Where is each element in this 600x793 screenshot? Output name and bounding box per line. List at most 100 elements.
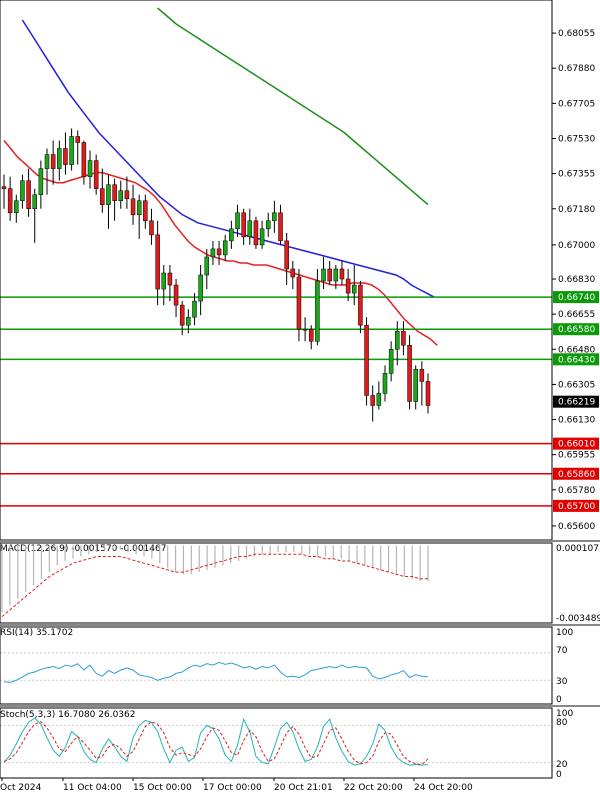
price-tick-label-6: 0.67000 (558, 241, 595, 251)
price-tick-label-3: 0.67530 (558, 134, 595, 144)
candle-body-57 (352, 284, 357, 294)
stoch-level-20: 20 (556, 760, 568, 770)
candle-body-25 (155, 234, 160, 290)
candle-body-9 (57, 148, 62, 169)
candle-body-10 (63, 148, 68, 165)
price-tick-label-10: 0.66305 (558, 380, 595, 390)
price-axis-ticks: 0.68055 0.67880 0.67705 0.67530 0.67355 0.671… (552, 29, 595, 532)
stoch-title: Stoch(5,3,3) 16.7080 26.0362 (0, 710, 135, 720)
candle-15 (93, 154, 99, 195)
level-label-3: 0.66010 (558, 440, 595, 450)
candle-body-6 (38, 168, 44, 195)
candle-body-32 (198, 274, 203, 302)
rsi-level-30: 30 (556, 677, 568, 687)
candle-body-39 (241, 212, 246, 238)
candle-body-51 (315, 280, 320, 342)
candle-body-20 (124, 190, 130, 199)
candle-body-55 (339, 268, 345, 280)
macd-title: MACD(12,26,9) -0.001570 -0.001467 (0, 544, 166, 554)
candle-body-44 (272, 212, 277, 222)
candle-body-5 (32, 194, 37, 210)
trading-chart[interactable]: 0.68055 0.67880 0.67705 0.67530 0.67355 0.671… (0, 0, 600, 793)
candle-body-22 (136, 200, 142, 216)
candle-body-50 (308, 328, 314, 342)
candle-body-58 (358, 284, 363, 326)
candle-body-11 (69, 136, 74, 165)
price-tick-label-2: 0.67705 (558, 99, 595, 109)
rsi-title: RSI(14) 35.1702 (0, 628, 73, 638)
candle-body-21 (130, 198, 136, 216)
candle-body-27 (167, 272, 173, 286)
chart-background (0, 0, 600, 793)
candle-body-34 (210, 248, 216, 258)
candle-body-2 (14, 200, 19, 214)
candle-body-43 (265, 220, 271, 230)
level-label-5: 0.65700 (558, 502, 595, 512)
candle-body-49 (302, 328, 308, 331)
candle-body-8 (50, 154, 56, 169)
level-label-2: 0.66430 (558, 355, 595, 365)
candle-body-67 (413, 369, 418, 402)
candle-body-15 (93, 160, 99, 189)
level-label-4: 0.65860 (558, 470, 595, 480)
candle-body-18 (112, 184, 117, 201)
level-label-1: 0.66580 (558, 325, 595, 335)
price-tick-label-8: 0.66655 (558, 310, 595, 320)
candle-body-62 (382, 373, 388, 394)
time-label-4: 20 Oct 21:01 (274, 783, 333, 793)
macd-scale-top: 0.000107 (556, 544, 599, 554)
rsi-level-70: 70 (556, 646, 568, 656)
price-tick-label-7: 0.66830 (558, 275, 595, 285)
candle-body-16 (100, 188, 105, 205)
candle-body-59 (364, 324, 369, 396)
candle-body-31 (192, 300, 197, 318)
candle-body-28 (173, 284, 179, 306)
candle-body-3 (20, 180, 25, 201)
candle-body-69 (425, 381, 431, 406)
candle-body-40 (247, 220, 253, 238)
candle-body-37 (229, 228, 234, 242)
candle-body-13 (81, 142, 87, 177)
time-label-5: 22 Oct 20:00 (344, 783, 403, 793)
candle-body-19 (118, 190, 124, 201)
current-price-label: 0.66219 (558, 398, 595, 408)
candle-body-17 (106, 184, 111, 205)
time-label-0: Oct 2024 (0, 783, 42, 793)
candle-body-64 (395, 330, 400, 350)
candle-body-30 (186, 316, 191, 326)
price-tick-label-4: 0.67355 (558, 170, 595, 180)
candle-body-41 (253, 220, 259, 246)
candle-body-24 (149, 220, 154, 236)
candle-body-23 (143, 200, 148, 222)
level-label-0: 0.66740 (558, 293, 595, 303)
price-tick-label-12: 0.65955 (558, 451, 595, 461)
candle-body-29 (179, 304, 185, 326)
candle-body-0 (1, 186, 7, 189)
macd-scale-bottom: -0.003489 (556, 614, 600, 624)
candle-body-65 (401, 330, 406, 346)
candle-59 (364, 317, 369, 406)
stoch-level-0: 0 (556, 770, 562, 780)
candle-41 (253, 216, 259, 249)
time-label-2: 15 Oct 00:00 (133, 783, 192, 793)
current-price-marker: 0.66219 (553, 395, 599, 408)
candle-body-53 (327, 268, 332, 282)
rsi-level-100: 100 (556, 628, 573, 638)
candle-body-61 (376, 393, 382, 406)
time-label-6: 24 Oct 20:00 (414, 783, 473, 793)
candle-body-4 (26, 180, 31, 210)
candle-body-66 (407, 345, 412, 402)
candle-body-14 (87, 160, 93, 177)
candle-body-56 (345, 278, 351, 294)
price-tick-label-14: 0.65600 (558, 522, 595, 532)
price-tick-label-5: 0.67180 (558, 205, 595, 215)
candle-body-45 (278, 212, 283, 242)
candle-body-60 (370, 395, 375, 406)
price-tick-label-0: 0.68055 (558, 29, 595, 39)
price-tick-label-11: 0.66130 (558, 416, 595, 426)
price-tick-label-13: 0.65780 (558, 486, 595, 496)
candle-body-7 (44, 154, 50, 169)
time-label-1: 11 Oct 04:00 (63, 783, 122, 793)
candle-body-54 (333, 268, 339, 282)
candle-body-12 (75, 136, 80, 143)
